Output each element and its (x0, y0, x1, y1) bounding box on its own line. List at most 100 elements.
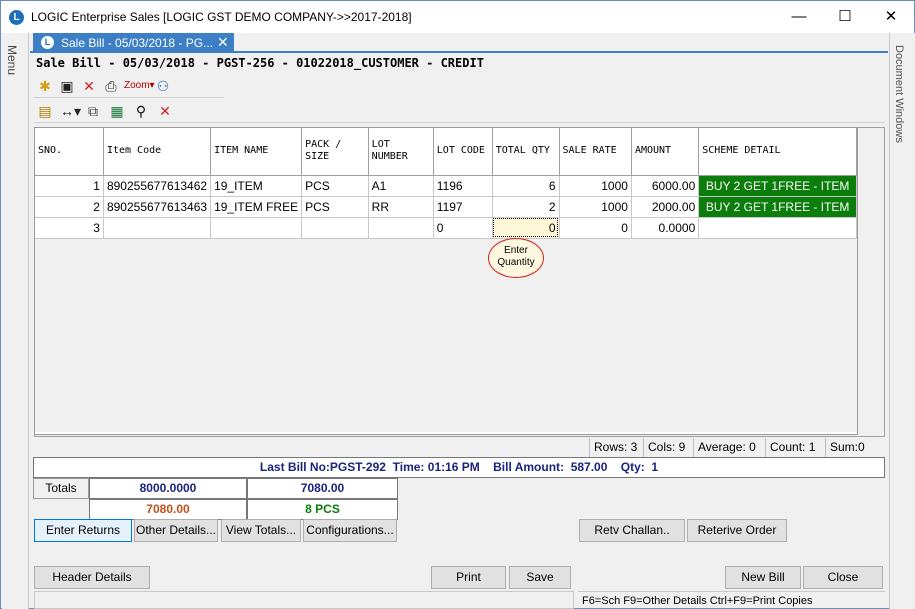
cell-sale-rate[interactable]: 1000 (559, 175, 632, 197)
table-row[interactable]: 2 890255677613463 19_ITEM FREE PCS RR 1197 2 10… (35, 195, 857, 218)
find-icon[interactable]: ⚲ (132, 102, 150, 120)
cell-sno[interactable]: 2 (35, 196, 104, 218)
cell-total-qty[interactable]: 0 (492, 217, 560, 239)
item-grid: SNO. Item Code ITEM NAME PACK / SIZE LOT… (34, 127, 858, 435)
cell-lot-code[interactable]: 1196 (433, 175, 493, 197)
cell-pack-size[interactable]: PCS (301, 175, 369, 197)
main-window: L LOGIC Enterprise Sales [LOGIC GST DEMO… (0, 0, 915, 609)
col-header-sale-rate[interactable]: SALE RATE (559, 128, 632, 176)
col-header-amount[interactable]: AMOUNT (631, 128, 700, 176)
form-title: Sale Bill - 05/03/2018 - PGST-256 - 0102… (36, 56, 484, 70)
cell-item-name[interactable]: 19_ITEM (210, 175, 303, 197)
maximize-button[interactable]: ☐ (822, 1, 868, 33)
tab-logo-icon: L (41, 36, 54, 49)
cancel-icon[interactable]: ✕ (156, 102, 174, 120)
save-button[interactable]: Save (509, 566, 571, 589)
grid-empty-area (35, 238, 857, 432)
close-window-button[interactable]: ✕ (868, 1, 914, 33)
footer-strip (34, 591, 574, 609)
cell-item-name[interactable] (210, 217, 303, 239)
cell-pack-size[interactable]: PCS (301, 196, 369, 218)
header-row: SNO. Item Code ITEM NAME PACK / SIZE LOT… (35, 128, 857, 176)
cell-scheme-detail[interactable]: BUY 2 GET 1FREE - ITEM (698, 195, 857, 218)
other-details-button[interactable]: Other Details... (134, 519, 218, 542)
cell-lot-number[interactable]: RR (368, 196, 434, 218)
new-icon[interactable]: ✱ (36, 77, 54, 95)
last-bill-time: 01:16 PM (427, 460, 480, 474)
cell-scheme-detail[interactable]: BUY 2 GET 1FREE - ITEM (698, 174, 857, 197)
cell-lot-number[interactable] (368, 217, 434, 239)
excel-icon[interactable]: ▦ (108, 102, 126, 120)
hint-line-2: Quantity (497, 257, 535, 268)
app-logo-icon: L (9, 10, 24, 25)
cell-amount[interactable]: 2000.00 (631, 196, 700, 218)
minimize-button[interactable]: — (776, 1, 822, 33)
view-totals-button[interactable]: View Totals... (221, 519, 301, 542)
save-icon[interactable]: ▣ (58, 77, 76, 95)
cell-pack-size[interactable] (301, 217, 369, 239)
tab-label: Sale Bill - 05/03/2018 - PG... (61, 36, 214, 50)
new-bill-button[interactable]: New Bill (725, 566, 801, 589)
cell-total-qty[interactable]: 2 (492, 196, 560, 218)
hint-line-1: Enter (504, 245, 528, 256)
title-bar: L LOGIC Enterprise Sales [LOGIC GST DEMO… (1, 1, 914, 33)
retrieve-order-button[interactable]: Reterive Order (687, 519, 787, 542)
last-bill-time-label: Time: (392, 460, 425, 474)
print-icon[interactable]: ⎙ (102, 77, 120, 95)
col-header-lot-number[interactable]: LOT NUMBER (368, 128, 434, 176)
table-row[interactable]: 3 0 0 0 0.0000 (35, 217, 857, 239)
cell-item-name[interactable]: 19_ITEM FREE (210, 196, 303, 218)
retv-challan-button[interactable]: Retv Challan.. (579, 519, 685, 542)
bill-total: 7080.00 (89, 499, 247, 520)
users-icon[interactable]: ⚇ (154, 77, 172, 95)
cell-scheme-detail[interactable] (698, 217, 857, 239)
header-details-button[interactable]: Header Details (34, 566, 150, 589)
cell-amount[interactable]: 0.0000 (631, 217, 700, 239)
report-icon[interactable]: ▤ (36, 102, 54, 120)
print-button[interactable]: Print (431, 566, 506, 589)
cell-item-code[interactable] (103, 217, 212, 239)
cell-sno[interactable]: 1 (35, 175, 104, 197)
cell-sale-rate[interactable]: 0 (559, 217, 632, 239)
window-title: LOGIC Enterprise Sales [LOGIC GST DEMO C… (31, 10, 412, 24)
col-header-scheme-detail[interactable]: SCHEME DETAIL (698, 128, 857, 176)
left-rail (2, 33, 29, 609)
zoom-icon[interactable]: Zoom▾ (124, 77, 155, 95)
col-header-item-name[interactable]: ITEM NAME (210, 128, 303, 176)
col-header-total-qty[interactable]: TOTAL QTY (492, 128, 560, 176)
last-bill-no: PGST-292 (329, 460, 386, 474)
cell-item-code[interactable]: 890255677613463 (103, 196, 212, 218)
col-header-sno[interactable]: SNO. (35, 128, 104, 176)
tab-close-icon[interactable]: ✕ (217, 34, 229, 51)
cell-lot-code[interactable]: 0 (433, 217, 493, 239)
close-button[interactable]: Close (803, 566, 883, 589)
cell-total-qty[interactable]: 6 (492, 175, 560, 197)
configurations-button[interactable]: Configurations... (303, 519, 397, 542)
table-row[interactable]: 1 890255677613462 19_ITEM PCS A1 1196 6 1000 600… (35, 174, 857, 197)
cell-sale-rate[interactable]: 1000 (559, 196, 632, 218)
enter-returns-button[interactable]: Enter Returns (34, 519, 132, 542)
copy-icon[interactable]: ⧉ (84, 102, 102, 120)
col-header-pack-size[interactable]: PACK / SIZE (301, 128, 369, 176)
last-bill-amount: 587.00 (570, 460, 608, 474)
columns-icon[interactable]: ↔▾ (60, 102, 81, 120)
status-rows: Rows: 3 (589, 438, 641, 457)
status-sum: Sum:0 (825, 438, 869, 457)
tab-sale-bill[interactable]: L Sale Bill - 05/03/2018 - PG... ✕ (33, 33, 234, 53)
cell-sno[interactable]: 3 (35, 217, 104, 239)
last-bill-amount-label: Bill Amount: (493, 460, 565, 474)
cell-item-code[interactable]: 890255677613462 (103, 175, 212, 197)
document-windows-toggle[interactable]: Document Windows (893, 45, 905, 143)
col-header-item-code[interactable]: Item Code (103, 128, 212, 176)
delete-icon[interactable]: ✕ (80, 77, 98, 95)
last-bill-no-label: Last Bill No: (259, 460, 330, 474)
toolbar-main: ✱ ▣ ✕ ⎙ Zoom▾ ⚇ (34, 74, 224, 98)
shortcut-hints: F6=Sch F9=Other Details Ctrl+F9=Print Co… (578, 591, 885, 609)
menu-toggle[interactable]: Menu (5, 45, 19, 75)
last-bill-qty: 1 (651, 460, 659, 474)
col-header-lot-code[interactable]: LOT CODE (433, 128, 493, 176)
cell-amount[interactable]: 6000.00 (631, 175, 700, 197)
cell-lot-number[interactable]: A1 (368, 175, 434, 197)
cell-lot-code[interactable]: 1197 (433, 196, 493, 218)
total-pcs: 8 PCS (247, 499, 398, 520)
